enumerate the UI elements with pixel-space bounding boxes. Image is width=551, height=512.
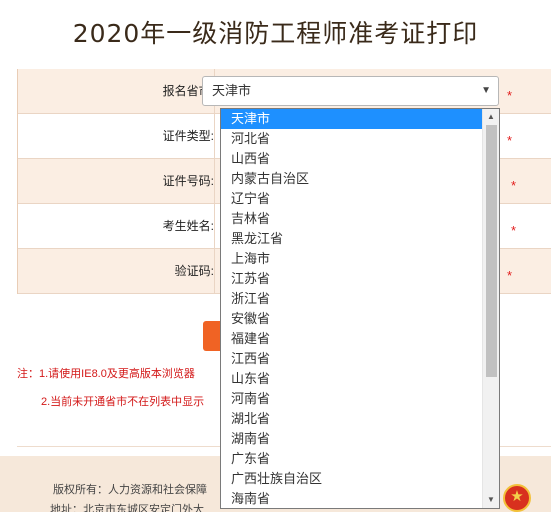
note-line-1: 注：1.请使用IE8.0及更高版本浏览器 <box>17 368 195 380</box>
dropdown-option[interactable]: 辽宁省 <box>221 189 483 209</box>
dropdown-option[interactable]: 海南省 <box>221 489 483 508</box>
dropdown-option[interactable]: 江苏省 <box>221 269 483 289</box>
scroll-up-icon[interactable]: ▲ <box>483 110 499 124</box>
cert-type-label: 证件类型: <box>162 129 214 143</box>
dropdown-option[interactable]: 福建省 <box>221 329 483 349</box>
province-select[interactable]: 天津市 ▼ <box>202 76 499 106</box>
dropdown-option[interactable]: 安徽省 <box>221 309 483 329</box>
province-select-value: 天津市 <box>212 83 252 98</box>
scrollbar[interactable]: ▲ ▼ <box>482 109 499 508</box>
dropdown-option[interactable]: 天津市 <box>221 109 483 129</box>
dropdown-option[interactable]: 江西省 <box>221 349 483 369</box>
required-mark: * <box>511 178 517 193</box>
province-label: 报名省市: <box>162 84 214 98</box>
scroll-down-icon[interactable]: ▼ <box>483 493 499 507</box>
page-title: 2020年一级消防工程师准考证打印 <box>72 19 479 48</box>
required-mark: * <box>507 88 513 103</box>
national-emblem-icon: ★ <box>503 484 531 512</box>
required-mark: * <box>507 133 513 148</box>
chevron-down-icon[interactable]: ▼ <box>481 77 491 105</box>
note-line-2: 2.当前未开通省市不在列表中显示 <box>41 396 205 408</box>
dropdown-option[interactable]: 河南省 <box>221 389 483 409</box>
dropdown-option[interactable]: 广东省 <box>221 449 483 469</box>
required-mark: * <box>507 268 513 283</box>
dropdown-option[interactable]: 湖北省 <box>221 409 483 429</box>
captcha-label: 验证码: <box>174 264 214 278</box>
dropdown-option[interactable]: 浙江省 <box>221 289 483 309</box>
dropdown-option[interactable]: 黑龙江省 <box>221 229 483 249</box>
province-dropdown-list[interactable]: 天津市 河北省 山西省 内蒙古自治区 辽宁省 吉林省 黑龙江省 上海市 江苏省 浙江省 安徽省 福建省… <box>220 108 500 509</box>
footer-address: 地址：北京市东城区安定门外大 <box>50 504 204 512</box>
name-label: 考生姓名: <box>162 219 214 233</box>
dropdown-option[interactable]: 广西壮族自治区 <box>221 469 483 489</box>
dropdown-option[interactable]: 山东省 <box>221 369 483 389</box>
notes: 注：1.请使用IE8.0及更高版本浏览器 2.当前未开通省市不在列表中显示 <box>17 360 204 416</box>
dropdown-option[interactable]: 河北省 <box>221 129 483 149</box>
dropdown-option[interactable]: 山西省 <box>221 149 483 169</box>
dropdown-option[interactable]: 吉林省 <box>221 209 483 229</box>
required-mark: * <box>511 223 517 238</box>
dropdown-option[interactable]: 湖南省 <box>221 429 483 449</box>
dropdown-option[interactable]: 上海市 <box>221 249 483 269</box>
cert-number-label: 证件号码: <box>162 174 214 188</box>
options-list: 天津市 河北省 山西省 内蒙古自治区 辽宁省 吉林省 黑龙江省 上海市 江苏省 浙江省 安徽省 福建省… <box>221 109 483 508</box>
footer-copyright: 版权所有：人力资源和社会保障 <box>53 484 207 496</box>
scrollbar-thumb[interactable] <box>486 125 497 377</box>
print-button[interactable] <box>203 321 221 351</box>
dropdown-option[interactable]: 内蒙古自治区 <box>221 169 483 189</box>
